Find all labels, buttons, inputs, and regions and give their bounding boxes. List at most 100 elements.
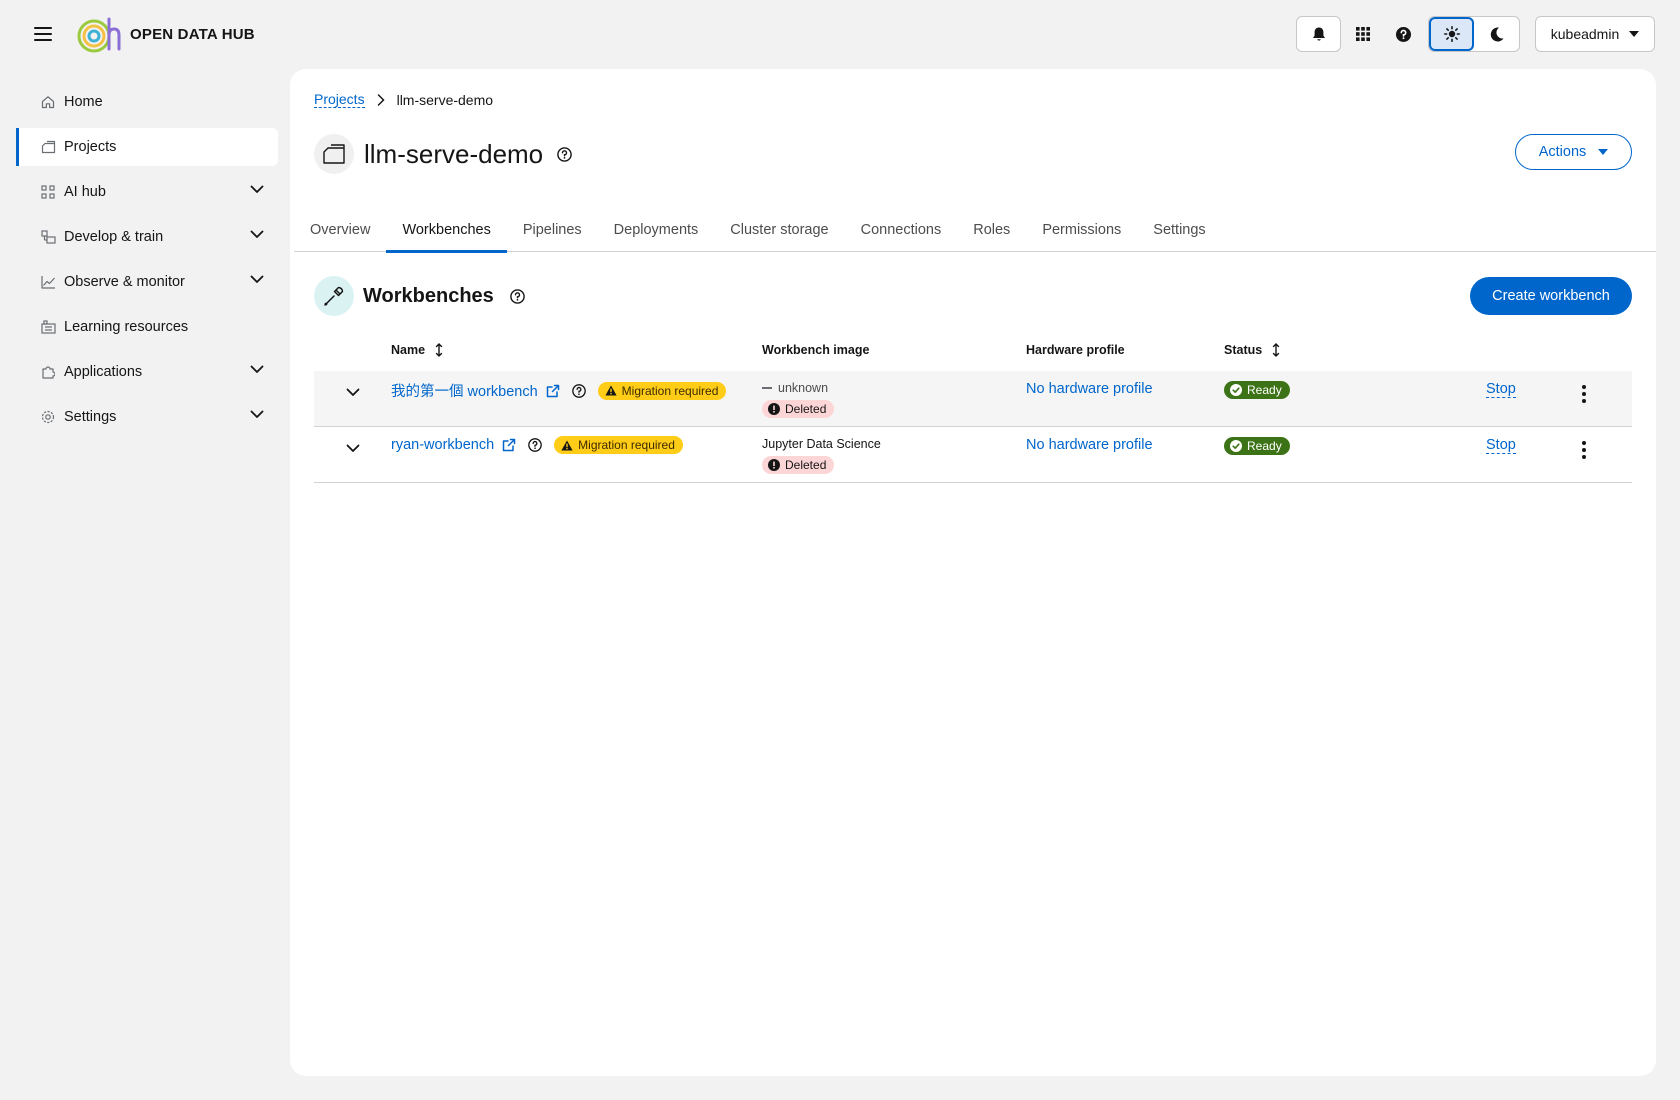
app-logo[interactable]: OPEN DATA HUB: [76, 15, 255, 53]
sidebar-item-observe-monitor[interactable]: Observe & monitor: [16, 263, 278, 301]
hardware-profile-link[interactable]: No hardware profile: [1026, 437, 1153, 453]
tab-overview[interactable]: Overview: [294, 207, 386, 252]
chart-line-icon: [40, 274, 56, 290]
expand-row-chevron-icon[interactable]: [344, 383, 362, 401]
workbench-name-link[interactable]: ryan-workbench: [391, 437, 494, 453]
tab-permissions[interactable]: Permissions: [1026, 207, 1137, 252]
home-icon: [40, 94, 56, 110]
expand-row-chevron-icon[interactable]: [344, 439, 362, 457]
tab-pipelines[interactable]: Pipelines: [507, 207, 598, 252]
hamburger-menu-button[interactable]: [34, 24, 52, 44]
main-content: Projects llm-serve-demo llm-serve-demo A…: [290, 69, 1656, 1076]
stop-workbench-button[interactable]: Stop: [1486, 437, 1516, 454]
kebab-dot: [1582, 448, 1586, 452]
hardware-profile-cell: No hardware profile: [1026, 437, 1153, 453]
project-icon: [314, 134, 354, 174]
sidebar-item-applications[interactable]: Applications: [16, 353, 278, 391]
tab-settings[interactable]: Settings: [1137, 207, 1221, 252]
status-badge[interactable]: Ready: [1224, 437, 1290, 455]
user-menu-toggle[interactable]: kubeadmin: [1535, 16, 1655, 52]
create-workbench-button[interactable]: Create workbench: [1470, 277, 1632, 315]
chevron-down-icon: [250, 410, 264, 418]
exclamation-circle-icon: [768, 459, 780, 471]
migration-required-badge: Migration required: [597, 381, 727, 400]
check-circle-icon: [1230, 384, 1242, 396]
badge-label: Migration required: [578, 438, 675, 452]
workbench-name-cell: ryan-workbench Migration required: [391, 436, 683, 454]
tab-workbenches[interactable]: Workbenches: [386, 207, 508, 253]
sort-icon[interactable]: [435, 343, 443, 357]
section-title: Workbenches: [363, 284, 494, 307]
warning-triangle-icon: [561, 440, 573, 450]
question-circle-icon[interactable]: [557, 146, 572, 162]
status-badge[interactable]: Ready: [1224, 381, 1290, 399]
breadcrumb-projects-link[interactable]: Projects: [314, 91, 365, 108]
chevron-down-icon: [250, 365, 264, 373]
theme-toggle-group: [1428, 16, 1520, 52]
column-header-name[interactable]: Name: [391, 329, 443, 371]
sidebar-item-label: Learning resources: [64, 319, 189, 335]
learning-icon: [40, 319, 56, 335]
tab-connections[interactable]: Connections: [845, 207, 958, 252]
tab-cluster-storage[interactable]: Cluster storage: [714, 207, 844, 252]
question-circle-icon[interactable]: [571, 383, 586, 398]
badge-label: Ready: [1247, 439, 1282, 453]
chevron-down-icon: [250, 275, 264, 283]
sidebar-item-settings[interactable]: Settings: [16, 398, 278, 436]
tab-deployments[interactable]: Deployments: [598, 207, 715, 252]
sidebar-item-label: Observe & monitor: [64, 274, 185, 290]
sidebar-item-projects[interactable]: Projects: [16, 128, 278, 166]
table-header: Name Workbench image Hardware profile St…: [314, 329, 1632, 371]
breadcrumb: Projects llm-serve-demo: [314, 91, 493, 108]
chevron-down-icon: [250, 185, 264, 193]
question-circle-icon: [1395, 26, 1411, 42]
table-row: 我的第一個 workbench Migration required unkno…: [314, 371, 1632, 427]
column-header-status[interactable]: Status: [1224, 329, 1280, 371]
external-link-icon[interactable]: [502, 438, 516, 452]
workbench-image-cell: Jupyter Data Science Deleted: [762, 436, 881, 474]
help-button[interactable]: [1385, 16, 1421, 52]
badge-label: Deleted: [785, 402, 827, 416]
dash-icon: [762, 387, 772, 389]
sidebar-item-label: Settings: [64, 409, 117, 425]
image-name: Jupyter Data Science: [762, 436, 881, 452]
tab-roles[interactable]: Roles: [957, 207, 1026, 252]
external-link-icon[interactable]: [546, 384, 560, 398]
sidebar-item-label: Projects: [64, 139, 117, 155]
row-actions-kebab-icon[interactable]: [1576, 440, 1592, 460]
sidebar-item-home[interactable]: Home: [16, 83, 278, 121]
warning-triangle-icon: [605, 385, 617, 396]
hardware-profile-cell: No hardware profile: [1026, 381, 1153, 397]
light-theme-button[interactable]: [1429, 17, 1474, 51]
chevron-down-icon: [250, 230, 264, 238]
workbench-name-link[interactable]: 我的第一個 workbench: [391, 380, 538, 401]
sidebar-item-develop-train[interactable]: Develop & train: [16, 218, 278, 256]
puzzle-icon: [40, 364, 56, 380]
status-cell: Ready: [1224, 381, 1290, 400]
question-circle-icon[interactable]: [528, 438, 542, 452]
sidebar-item-learning-resources[interactable]: Learning resources: [16, 308, 278, 346]
bell-icon: [1312, 27, 1325, 41]
actions-dropdown-button[interactable]: Actions: [1515, 134, 1632, 170]
grid-icon: [1356, 27, 1370, 41]
wrench-icon: [314, 276, 354, 316]
sort-icon[interactable]: [1272, 343, 1280, 357]
row-actions-kebab-icon[interactable]: [1576, 384, 1592, 404]
caret-down-icon: [1598, 149, 1609, 155]
page-header: llm-serve-demo: [314, 134, 572, 174]
dark-theme-button[interactable]: [1474, 17, 1519, 51]
app-launcher-button[interactable]: [1345, 16, 1381, 52]
sidebar-item-ai-hub[interactable]: AI hub: [16, 173, 278, 211]
project-tabs: Overview Workbenches Pipelines Deploymen…: [294, 207, 1656, 253]
image-name: unknown: [762, 380, 834, 396]
hardware-profile-link[interactable]: No hardware profile: [1026, 381, 1153, 397]
workbenches-section-header: Workbenches: [314, 276, 525, 316]
hamburger-bar: [34, 27, 52, 29]
image-label: unknown: [778, 381, 829, 395]
notifications-button[interactable]: [1296, 16, 1341, 52]
stop-workbench-button[interactable]: Stop: [1486, 381, 1516, 398]
develop-icon: [40, 229, 56, 245]
hamburger-bar: [34, 33, 52, 35]
question-circle-icon[interactable]: [509, 288, 525, 304]
column-header-label: Name: [391, 343, 426, 357]
